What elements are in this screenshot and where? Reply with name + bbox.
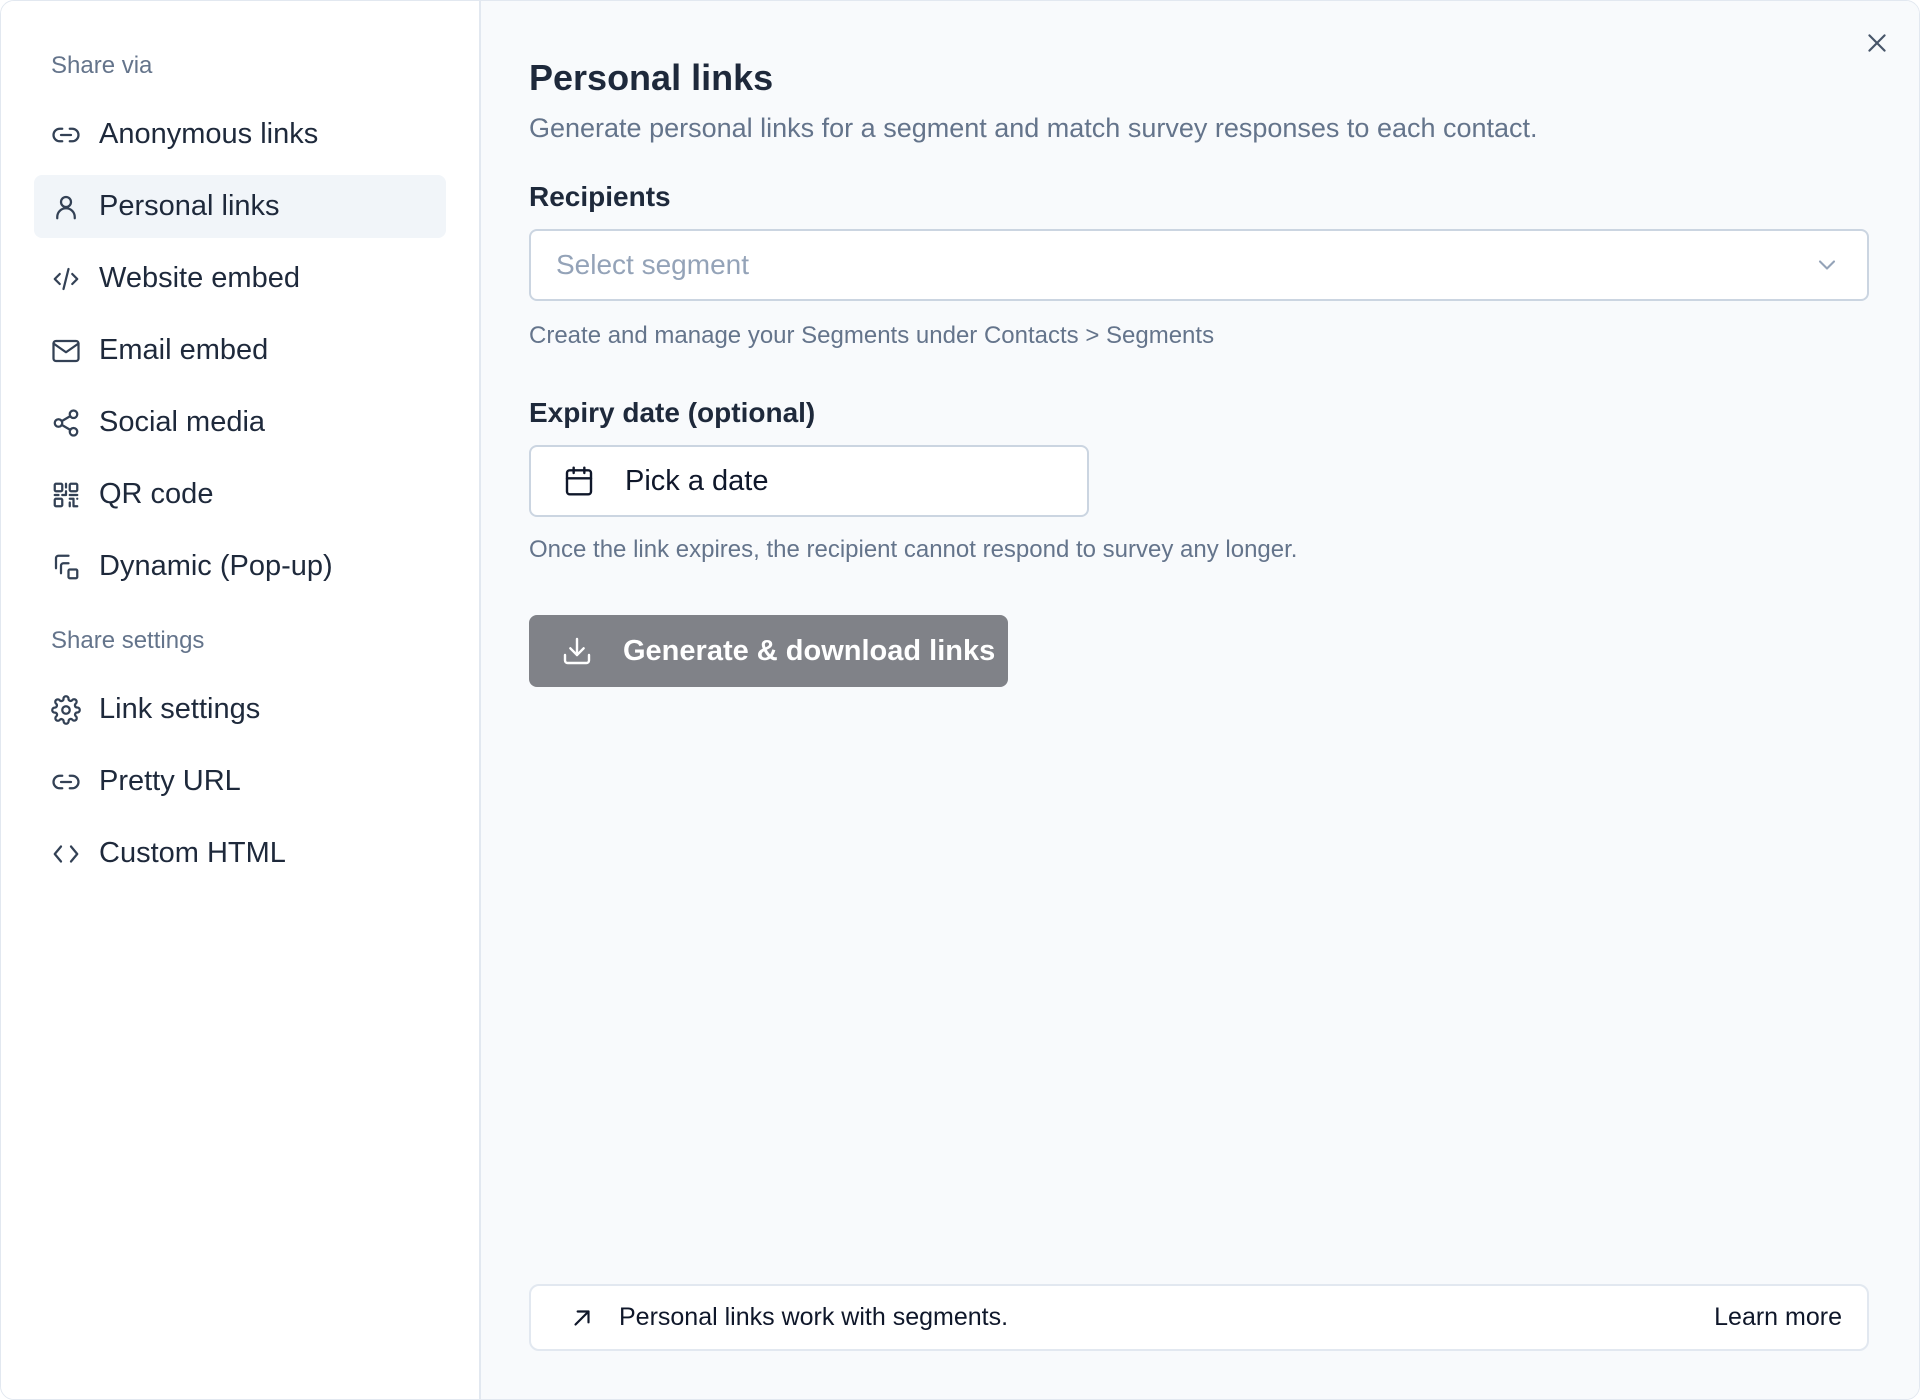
popup-icon: [50, 551, 82, 583]
sidebar-item-label: Pretty URL: [99, 765, 241, 797]
user-icon: [50, 191, 82, 223]
sidebar-item-label: QR code: [99, 478, 214, 510]
sidebar-item-email-embed[interactable]: Email embed: [34, 319, 446, 382]
pick-date-button[interactable]: Pick a date: [529, 445, 1089, 517]
share-sidebar: Share via Anonymous links Personal links…: [1, 1, 481, 1399]
sidebar-item-pretty-url[interactable]: Pretty URL: [34, 750, 446, 813]
sidebar-item-anonymous-links[interactable]: Anonymous links: [34, 103, 446, 166]
recipients-label: Recipients: [529, 181, 671, 212]
share-via-title: Share via: [51, 52, 153, 79]
share-settings-title: Share settings: [51, 627, 205, 654]
code-icon: [50, 838, 82, 870]
share-modal: Share via Anonymous links Personal links…: [0, 0, 1920, 1400]
pick-date-label: Pick a date: [625, 464, 769, 497]
calendar-icon: [565, 466, 593, 496]
sidebar-item-label: Dynamic (Pop-up): [99, 550, 333, 582]
gear-icon: [50, 694, 82, 726]
expiry-help-text: Once the link expires, the recipient can…: [529, 536, 1298, 563]
sidebar-item-label: Website embed: [99, 262, 300, 294]
sidebar-item-label: Link settings: [99, 693, 261, 725]
sidebar-item-label: Custom HTML: [99, 837, 286, 869]
sidebar-item-link-settings[interactable]: Link settings: [34, 678, 446, 741]
recipients-help-text: Create and manage your Segments under Co…: [529, 322, 1215, 349]
mail-icon: [50, 335, 82, 367]
close-icon: [1868, 34, 1886, 52]
segments-info-message: Personal links work with segments.: [619, 1303, 1009, 1331]
link-icon: [50, 119, 82, 151]
personal-links-panel: Personal links Generate personal links f…: [481, 1, 1919, 1399]
sidebar-item-custom-html[interactable]: Custom HTML: [34, 822, 446, 885]
chevron-down-icon: [1818, 260, 1836, 270]
page-title: Personal links: [529, 57, 774, 98]
segments-info-bar: Personal links work with segments. Learn…: [529, 1284, 1869, 1351]
segment-select[interactable]: Select segment: [529, 229, 1869, 301]
sidebar-item-social-media[interactable]: Social media: [34, 391, 446, 454]
link-icon: [50, 766, 82, 798]
code-slash-icon: [50, 263, 82, 295]
arrow-up-right-icon: [574, 1309, 590, 1326]
sidebar-item-label: Email embed: [99, 334, 269, 366]
sidebar-item-qr-code[interactable]: QR code: [34, 463, 446, 526]
sidebar-item-label: Personal links: [99, 190, 280, 222]
generate-download-links-button[interactable]: Generate & download links: [529, 615, 1008, 687]
sidebar-item-personal-links[interactable]: Personal links: [34, 175, 446, 238]
sidebar-item-website-embed[interactable]: Website embed: [34, 247, 446, 310]
qr-code-icon: [50, 479, 82, 511]
segment-select-placeholder: Select segment: [556, 249, 749, 280]
close-button[interactable]: [1861, 27, 1893, 59]
download-icon: [563, 637, 591, 665]
sidebar-item-label: Social media: [99, 406, 266, 438]
expiry-date-label: Expiry date (optional): [529, 397, 816, 428]
learn-more-link[interactable]: Learn more: [1714, 1303, 1842, 1332]
sidebar-item-label: Anonymous links: [99, 118, 319, 150]
share-icon: [50, 407, 82, 439]
page-subtitle: Generate personal links for a segment an…: [529, 113, 1538, 143]
sidebar-item-dynamic-popup[interactable]: Dynamic (Pop-up): [34, 535, 446, 598]
generate-button-label: Generate & download links: [623, 634, 996, 667]
